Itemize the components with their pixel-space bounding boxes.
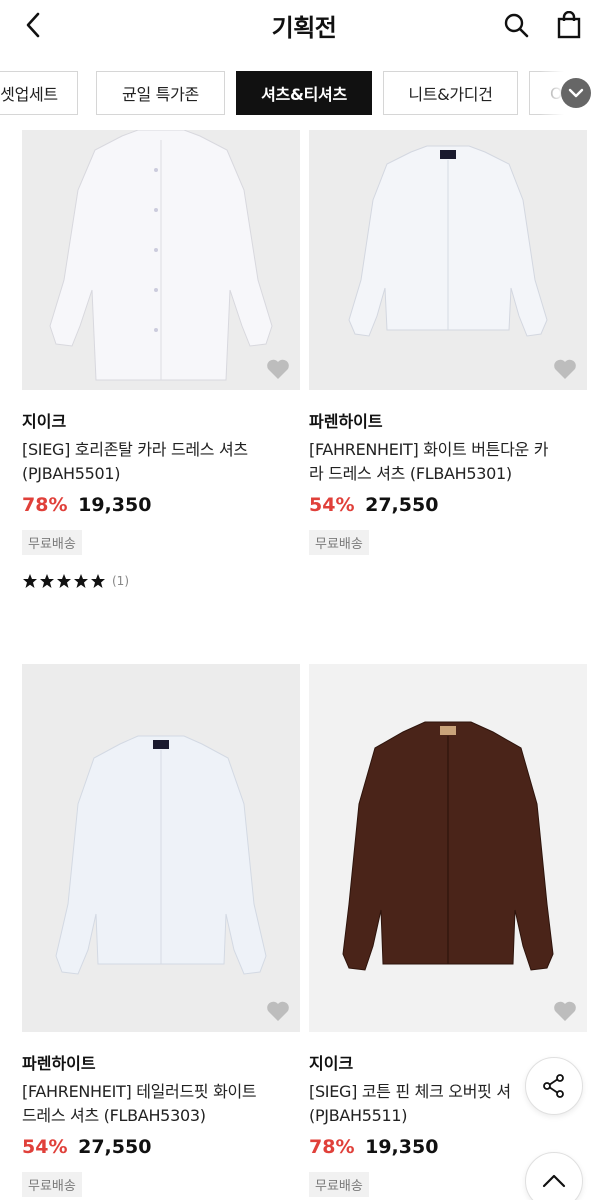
product-name[interactable]: [SIEG] 호리존탈 카라 드레스 셔츠 (PJBAH5501): [22, 438, 300, 486]
heart-icon[interactable]: [266, 358, 290, 380]
product-image[interactable]: [22, 664, 300, 1032]
product-brand[interactable]: 파렌하이트: [309, 408, 587, 432]
share-button[interactable]: [525, 1057, 583, 1115]
search-button[interactable]: [500, 9, 532, 41]
chevron-down-icon: [568, 88, 584, 98]
star-icon: [91, 574, 105, 588]
shopping-bag-icon: [557, 11, 581, 39]
page: 기획전 셋업세트 균일 특가존 셔츠&티셔츠 니트&가디건 O 지이크 [SIE…: [0, 0, 608, 1200]
tab-shirts-tshirts[interactable]: 셔츠&티셔츠: [236, 71, 372, 115]
sale-price: 19,350: [78, 494, 152, 516]
shirt-image: [342, 721, 554, 971]
tab-flat-price-zone[interactable]: 균일 특가존: [96, 71, 225, 115]
product-image[interactable]: [309, 664, 587, 1032]
heart-icon[interactable]: [266, 1000, 290, 1022]
shirt-image: [348, 145, 548, 337]
product-brand[interactable]: 파렌하이트: [22, 1050, 300, 1074]
product-name[interactable]: [FAHRENHEIT] 테일러드핏 화이트 드레스 셔츠 (FLBAH5303…: [22, 1080, 300, 1128]
rating: (1): [22, 573, 300, 589]
cart-button[interactable]: [553, 9, 585, 41]
heart-icon[interactable]: [553, 1000, 577, 1022]
chevron-left-icon: [26, 12, 40, 38]
chevron-up-icon: [542, 1174, 566, 1188]
price-row: 78% 19,350: [22, 494, 300, 516]
sale-price: 27,550: [78, 1136, 152, 1158]
star-icon: [40, 574, 54, 588]
star-icon: [57, 574, 71, 588]
price-row: 54% 27,550: [22, 1136, 300, 1158]
product-brand[interactable]: 지이크: [22, 408, 300, 432]
tab-knit-cardigan[interactable]: 니트&가디건: [383, 71, 518, 115]
heart-icon[interactable]: [553, 358, 577, 380]
rating-count: (1): [112, 574, 129, 588]
share-icon: [543, 1074, 564, 1098]
product-card[interactable]: 파렌하이트 [FAHRENHEIT] 화이트 버튼다운 카 라 드레스 셔츠 (…: [309, 130, 587, 555]
product-image[interactable]: [22, 130, 300, 390]
tab-setup-set[interactable]: 셋업세트: [0, 71, 78, 115]
product-name-line1: [FAHRENHEIT] 화이트 버튼다운 카: [309, 440, 549, 459]
header: 기획전: [0, 0, 608, 52]
discount-rate: 54%: [22, 1136, 68, 1158]
free-shipping-badge: 무료배송: [309, 1172, 369, 1197]
product-name-line2: 드레스 셔츠 (FLBAH5303): [22, 1106, 206, 1125]
price-row: 54% 27,550: [309, 494, 587, 516]
product-card[interactable]: 지이크 [SIEG] 코튼 핀 체크 오버핏 셔 (PJBAH5511) 78%…: [309, 664, 587, 1197]
shirt-image: [49, 130, 273, 381]
product-image[interactable]: [309, 130, 587, 390]
product-name-line1: [FAHRENHEIT] 테일러드핏 화이트: [22, 1082, 257, 1101]
star-icon: [23, 574, 37, 588]
discount-rate: 78%: [22, 494, 68, 516]
free-shipping-badge: 무료배송: [22, 530, 82, 555]
star-icon: [74, 574, 88, 588]
back-button[interactable]: [18, 10, 48, 40]
free-shipping-badge: 무료배송: [309, 530, 369, 555]
product-name-line1: [SIEG] 호리존탈 카라 드레스 셔츠: [22, 440, 248, 459]
product-name-line2: (PJBAH5501): [22, 464, 121, 483]
sale-price: 19,350: [365, 1136, 439, 1158]
sale-price: 27,550: [365, 494, 439, 516]
discount-rate: 54%: [309, 494, 355, 516]
search-icon: [504, 13, 529, 38]
category-tabs: 셋업세트 균일 특가존 셔츠&티셔츠 니트&가디건 O: [0, 62, 608, 124]
product-card[interactable]: 지이크 [SIEG] 호리존탈 카라 드레스 셔츠 (PJBAH5501) 78…: [22, 130, 300, 589]
product-card[interactable]: 파렌하이트 [FAHRENHEIT] 테일러드핏 화이트 드레스 셔츠 (FLB…: [22, 664, 300, 1197]
free-shipping-badge: 무료배송: [22, 1172, 82, 1197]
discount-rate: 78%: [309, 1136, 355, 1158]
expand-tabs-button[interactable]: [561, 78, 591, 108]
shirt-image: [55, 735, 267, 975]
product-name-line2: 라 드레스 셔츠 (FLBAH5301): [309, 464, 512, 483]
product-name[interactable]: [FAHRENHEIT] 화이트 버튼다운 카 라 드레스 셔츠 (FLBAH5…: [309, 438, 587, 486]
